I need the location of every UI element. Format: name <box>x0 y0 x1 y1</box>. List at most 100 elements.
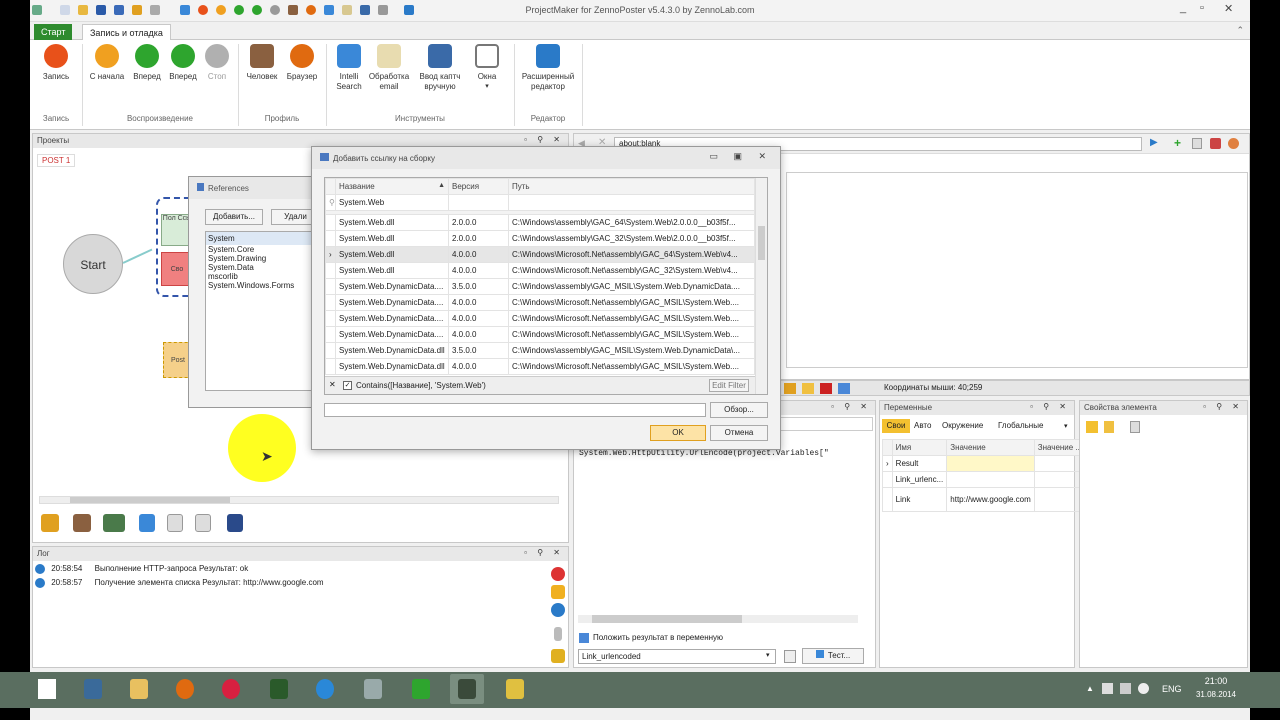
table-row[interactable]: System.Web.DynamicData.... 4.0.0.0 C:\Wind… <box>325 294 755 311</box>
tray-expand-icon[interactable]: ▲ <box>1086 684 1094 693</box>
taskbar-app[interactable] <box>76 674 110 704</box>
path-input[interactable] <box>324 403 706 417</box>
taskbar-app[interactable] <box>498 674 532 704</box>
panel-controls[interactable]: ▫ ⚲ ✕ <box>831 402 871 411</box>
vars-tab-own[interactable]: Свои <box>882 419 910 433</box>
info-filter-icon[interactable] <box>551 603 565 617</box>
taskbar-app[interactable] <box>122 674 156 704</box>
person-tool-icon[interactable] <box>73 514 91 532</box>
table-row[interactable]: System.Web.DynamicData.... 3.5.0.0 C:\Wind… <box>325 278 755 295</box>
taskbar-app[interactable] <box>308 674 342 704</box>
table-row[interactable]: › Result <box>882 455 1087 472</box>
table-row[interactable]: Link http://www.google.com <box>882 487 1087 512</box>
taskbar-app[interactable] <box>214 674 248 704</box>
pages-icon[interactable] <box>1130 421 1140 433</box>
tray-language[interactable]: ENG <box>1162 684 1182 694</box>
col-version[interactable]: Версия <box>448 178 509 195</box>
person-button[interactable]: Человек <box>244 44 280 82</box>
tab-start[interactable]: Старт <box>34 24 73 40</box>
close-button[interactable]: ✕ <box>1224 2 1233 15</box>
tray-flag-icon[interactable] <box>1102 683 1113 694</box>
events-icon[interactable] <box>1104 421 1114 433</box>
tab-post1[interactable]: POST 1 <box>37 154 76 167</box>
vars-tab-auto[interactable]: Авто <box>914 419 931 433</box>
minimize-button[interactable]: _ <box>1180 2 1186 14</box>
cancel-button[interactable]: Отмена <box>710 425 768 441</box>
windows-button[interactable]: Окна ▾ <box>470 44 504 92</box>
brush-icon[interactable] <box>551 649 565 663</box>
taskbar-app[interactable] <box>404 674 438 704</box>
table-row[interactable]: System.Web.DynamicData.... 4.0.0.0 C:\Wind… <box>325 310 755 327</box>
add-reference-button[interactable]: Добавить... <box>205 209 263 225</box>
maximize-button[interactable]: ▫ <box>1200 2 1204 14</box>
code-scrollbar[interactable] <box>578 615 858 623</box>
captcha-tool-icon[interactable] <box>103 514 125 532</box>
browse-button[interactable]: Обзор... <box>710 402 768 418</box>
table-row[interactable]: System.Web.DynamicData.... 4.0.0.0 C:\Wind… <box>325 326 755 343</box>
taskbar-app-active[interactable] <box>450 674 484 704</box>
stop-button[interactable]: Стоп <box>202 44 232 82</box>
chevron-down-icon[interactable]: ▾ <box>766 651 770 659</box>
taskbar-app[interactable] <box>168 674 202 704</box>
panel-controls[interactable]: ▫ ⚲ ✕ <box>1030 402 1070 411</box>
reference-item[interactable]: mscorlib <box>206 272 318 281</box>
clear-filter-icon[interactable]: ✕ <box>329 380 336 389</box>
reference-item[interactable]: System.Windows.Forms <box>206 281 318 290</box>
var-value[interactable]: http://www.google.com <box>946 487 1035 512</box>
reference-item[interactable]: System.Data <box>206 263 318 272</box>
panel-controls[interactable]: ▫ ⚲ ✕ <box>524 135 564 144</box>
vars-tab-env[interactable]: Окружение <box>942 419 983 433</box>
forward-button[interactable]: Вперед <box>130 44 164 82</box>
warning-filter-icon[interactable] <box>551 585 565 599</box>
lightning-icon[interactable] <box>802 383 814 394</box>
result-variable-select[interactable]: Link_urlencoded <box>578 649 776 664</box>
restart-button[interactable]: С начала <box>88 44 126 82</box>
log-entry[interactable]: 20:58:54 Выполнение HTTP-запроса Результ… <box>35 564 545 578</box>
browser-viewport[interactable] <box>786 172 1248 368</box>
edit-filter-button[interactable]: Edit Filter <box>709 379 749 392</box>
ok-button[interactable]: OK <box>650 425 706 441</box>
add-icon[interactable]: + <box>1174 136 1181 150</box>
filter-row[interactable]: ⚲ System.Web <box>325 194 755 211</box>
panel-controls[interactable]: ▫ ⚲ ✕ <box>524 548 564 557</box>
screen-icon[interactable] <box>838 383 850 394</box>
code-text[interactable]: System.Web.HttpUtility.UrlEncode(project… <box>579 449 829 458</box>
clear-log-icon[interactable] <box>554 627 562 641</box>
table-row[interactable]: System.Web.dll 2.0.0.0 C:\Windows\assembly… <box>325 230 755 247</box>
categorized-icon[interactable] <box>1086 421 1098 433</box>
list-tool-icon[interactable] <box>167 514 183 532</box>
record-button[interactable]: Запись <box>38 44 74 82</box>
copy-icon[interactable] <box>784 650 796 663</box>
table-row[interactable]: System.Web.DynamicData.dll 4.0.0.0 C:\Wind… <box>325 358 755 375</box>
table-row[interactable]: Link_urlenc... <box>882 471 1087 488</box>
error-filter-icon[interactable] <box>551 567 565 581</box>
col-name-header[interactable]: Название ▲ <box>335 178 449 195</box>
tab-record-debug[interactable]: Запись и отладка <box>82 24 171 40</box>
go-icon[interactable]: ▶ <box>1150 137 1158 148</box>
flash-icon[interactable] <box>820 383 832 394</box>
tray-network-icon[interactable] <box>1120 683 1131 694</box>
table-tool-icon[interactable] <box>195 514 211 532</box>
chevron-down-icon[interactable]: ▾ <box>1064 422 1068 430</box>
table-row[interactable]: System.Web.dll 2.0.0.0 C:\Windows\assembly… <box>325 214 755 231</box>
dialog-maximize-button[interactable]: ▣ <box>733 151 742 162</box>
settings-gear-icon[interactable] <box>1228 138 1239 149</box>
table-row-selected[interactable]: › System.Web.dll 4.0.0.0 C:\Windows\Microso… <box>325 246 755 263</box>
step-forward-button[interactable]: Вперед <box>166 44 200 82</box>
browser-button[interactable]: Браузер <box>284 44 320 82</box>
tray-time[interactable]: 21:00 <box>1196 676 1236 686</box>
grid-vertical-scrollbar[interactable] <box>755 178 767 394</box>
panel-controls[interactable]: ▫ ⚲ ✕ <box>1203 402 1243 411</box>
var-value[interactable] <box>946 471 1035 488</box>
tray-date[interactable]: 31.08.2014 <box>1192 690 1240 699</box>
dialog-minimize-button[interactable]: ▭ <box>709 151 718 162</box>
start-node[interactable]: Start <box>63 234 123 294</box>
table-row[interactable]: System.Web.dll 4.0.0.0 C:\Windows\Microsof… <box>325 262 755 279</box>
filter-name-input[interactable]: System.Web <box>335 194 449 211</box>
advanced-editor-button[interactable]: Расширенный редактор <box>518 44 578 92</box>
page-icon[interactable] <box>1192 138 1202 149</box>
database-tool-icon[interactable] <box>227 514 243 532</box>
log-entry[interactable]: 20:58:57 Получение элемента списка Резул… <box>35 578 545 592</box>
col-path[interactable]: Путь <box>508 178 755 195</box>
reference-item[interactable]: System <box>206 232 318 245</box>
